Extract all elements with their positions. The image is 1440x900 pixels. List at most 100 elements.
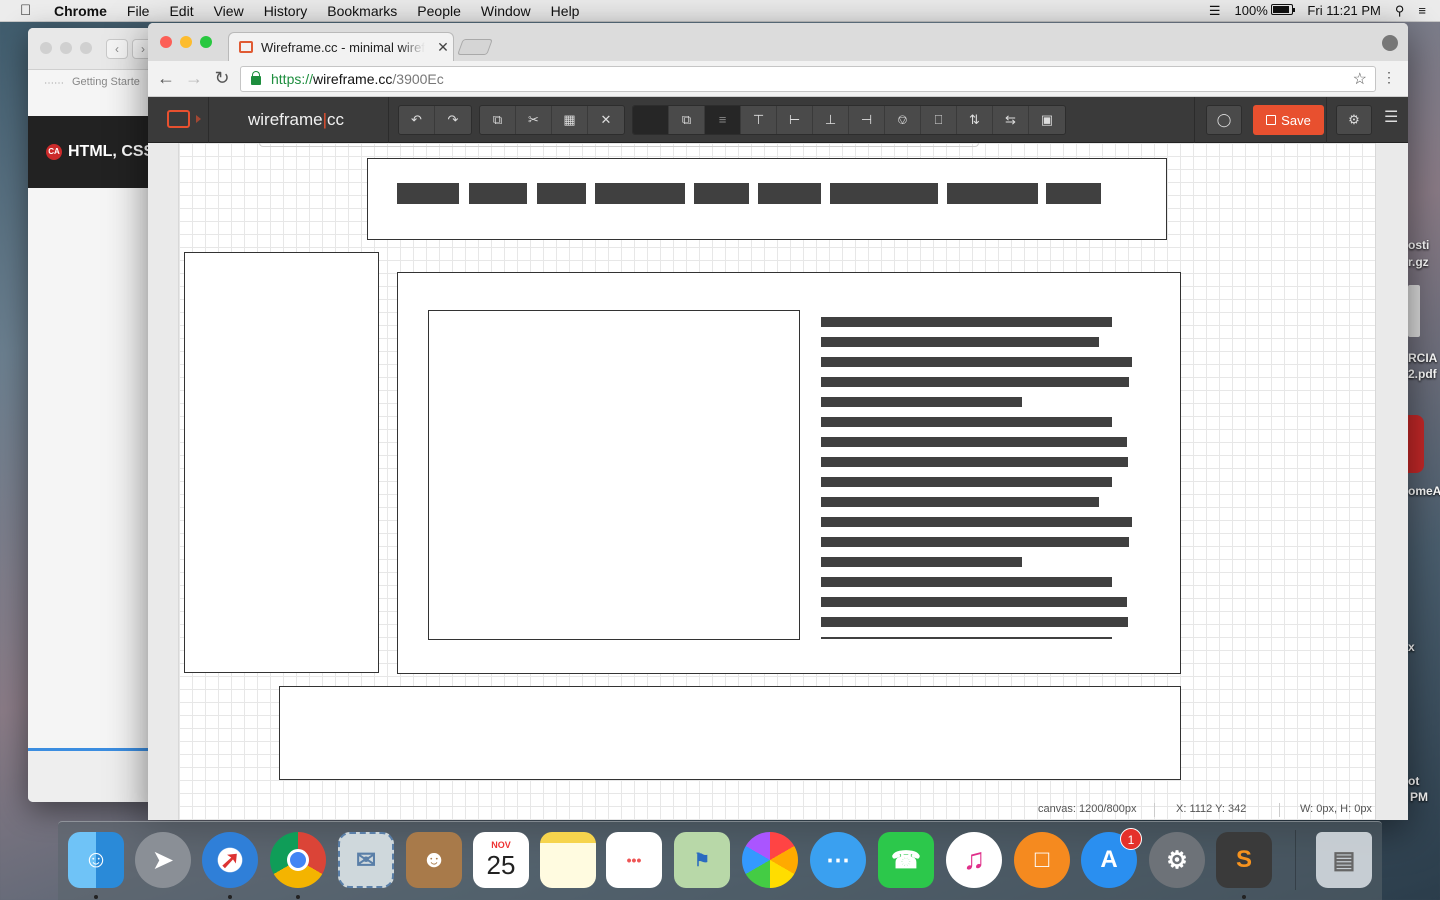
wifi-icon[interactable]: ☰ [1209,3,1221,19]
sublime-text-icon[interactable]: S [1216,832,1272,888]
background-tab[interactable]: ⋯⋯ Getting Starte [28,70,158,94]
menu-file[interactable]: File [117,3,160,19]
hamburger-menu-icon[interactable]: ☰ [1384,107,1398,127]
desktop-file-icon[interactable] [1408,285,1420,337]
close-icon[interactable] [40,42,52,54]
center-horizontal-icon[interactable]: ⎕ [921,106,957,134]
menu-people[interactable]: People [407,3,471,19]
desktop-file-label[interactable]: ot [1408,774,1419,788]
comment-button[interactable]: ◯ [1206,105,1242,135]
app-menu-arrow-icon[interactable] [196,115,201,123]
align-right-icon[interactable]: ⊣ [849,106,885,134]
apple-menu-icon[interactable]:  [20,2,38,19]
desktop-app-icon[interactable] [1408,415,1424,473]
align-left-edge-icon[interactable]: ≡ [705,106,741,134]
reminders-icon[interactable]: ••• [606,832,662,888]
chrome-icon[interactable] [270,832,326,888]
paste-icon[interactable]: ▦ [552,106,588,134]
spotlight-search-icon[interactable]: ⚲ [1395,3,1405,19]
background-window-titlebar[interactable]: ‹ › [28,28,158,70]
fill-swatch[interactable] [633,106,669,134]
desktop-file-label[interactable]: 2.pdf [1408,367,1437,381]
reload-icon[interactable]: ↻ [210,67,234,91]
redo-icon[interactable]: ↷ [435,106,471,134]
undo-icon[interactable]: ↶ [399,106,435,134]
wireframe-footer-box[interactable] [279,686,1181,780]
distribute-vertical-icon[interactable]: ⇅ [957,106,993,134]
clock[interactable]: Fri 11:21 PM [1307,3,1380,18]
menu-app-name[interactable]: Chrome [54,3,117,19]
mail-icon[interactable]: ✉ [338,832,394,888]
finder-icon[interactable]: ☺ [68,832,124,888]
wireframe-nav-item[interactable] [1046,183,1101,204]
launchpad-icon[interactable]: ➤ [135,832,191,888]
align-left-icon[interactable]: ⊢ [777,106,813,134]
delete-icon[interactable]: ✕ [588,106,624,134]
align-bottom-icon[interactable]: ⊥ [813,106,849,134]
wireframe-nav-item[interactable] [469,183,527,204]
desktop-file-label[interactable]: x [1408,640,1415,654]
arrange-icon[interactable]: ⧉ [669,106,705,134]
center-vertical-icon[interactable]: ⎊ [885,106,921,134]
settings-button[interactable]: ⚙ [1336,105,1372,135]
profile-icon[interactable] [1382,35,1398,51]
maps-icon[interactable]: ⚑ [674,832,730,888]
desktop-file-label[interactable]: PM [1410,790,1428,804]
save-button[interactable]: Save [1253,105,1324,135]
wireframe-nav-item[interactable] [947,183,1038,204]
distribute-horizontal-icon[interactable]: ⇆ [993,106,1029,134]
wireframe-nav-item[interactable] [758,183,821,204]
desktop-file-label[interactable]: RCIA [1408,351,1437,365]
wireframe-image-box[interactable] [428,310,800,640]
new-tab-button[interactable] [457,39,493,55]
notification-center-icon[interactable]: ≡ [1418,3,1426,18]
forward-arrow-icon[interactable]: → [182,67,206,91]
group-icon[interactable]: ▣ [1029,106,1065,134]
align-top-icon[interactable]: ⊤ [741,106,777,134]
close-window-icon[interactable] [160,36,172,48]
menu-bookmarks[interactable]: Bookmarks [317,3,407,19]
back-icon[interactable]: ‹ [106,39,128,59]
calendar-icon[interactable]: NOV 25 [473,832,529,888]
cut-icon[interactable]: ✂ [516,106,552,134]
background-browser-window[interactable]: ‹ › ⋯⋯ Getting Starte CA HTML, CSS [28,28,158,802]
wireframe-header-box[interactable] [367,158,1167,240]
ibooks-icon[interactable]: □ [1014,832,1070,888]
menu-help[interactable]: Help [541,3,590,19]
photos-icon[interactable] [742,832,798,888]
apps-grid-icon[interactable]: ⋯⋯ [44,78,64,89]
app-menu-logo-icon[interactable] [167,110,190,128]
desktop-file-label[interactable]: osti [1408,238,1429,252]
back-arrow-icon[interactable]: ← [154,67,178,91]
trash-icon[interactable]: ▤ [1316,832,1372,888]
minimize-window-icon[interactable] [180,36,192,48]
desktop-file-label[interactable]: omeA [1408,484,1440,498]
system-preferences-icon[interactable]: ⚙ [1149,832,1205,888]
wireframe-content-box[interactable] [397,272,1181,674]
secure-lock-icon[interactable] [251,71,261,85]
menu-view[interactable]: View [204,3,254,19]
minimize-icon[interactable] [60,42,72,54]
messages-icon[interactable]: ⋯ [810,832,866,888]
facetime-icon[interactable]: ☎ [878,832,934,888]
menu-history[interactable]: History [254,3,318,19]
wireframe-nav-item[interactable] [694,183,749,204]
desktop-file-label[interactable]: r.gz [1408,255,1429,269]
maximize-window-icon[interactable] [200,36,212,48]
wireframe-nav-item[interactable] [830,183,938,204]
wireframe-canvas[interactable]: canvas: 1200/800px X: 1112 Y: 342 W: 0px… [178,143,1376,820]
wireframe-text-block[interactable] [821,317,1141,639]
wireframe-sidebar-box[interactable] [184,252,379,673]
battery-status[interactable]: 100% [1235,3,1296,18]
menu-window[interactable]: Window [471,3,541,19]
address-bar[interactable]: https://wireframe.cc/3900Ec ☆ [240,66,1376,92]
close-tab-icon[interactable]: ✕ [433,39,453,56]
notes-icon[interactable] [540,832,596,888]
zoom-icon[interactable] [80,42,92,54]
wireframe-nav-item[interactable] [397,183,459,204]
wireframe-nav-item[interactable] [595,183,685,204]
copy-icon[interactable]: ⧉ [480,106,516,134]
menu-edit[interactable]: Edit [159,3,203,19]
chrome-menu-icon[interactable]: ⋮ [1382,69,1396,86]
contacts-icon[interactable]: ☻ [406,832,462,888]
